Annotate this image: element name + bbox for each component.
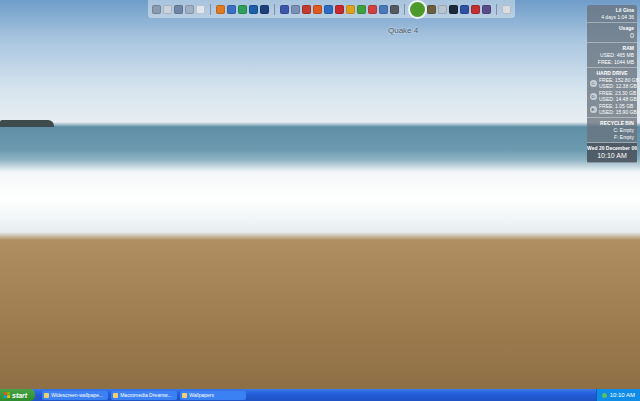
dock-app-icon[interactable] [357, 5, 366, 14]
dock-app-icon[interactable] [379, 5, 388, 14]
dock-app-icon[interactable] [335, 5, 344, 14]
dock-tooltip: Quake 4 [386, 25, 420, 36]
gadget-title: RAM [623, 45, 634, 51]
drive-row: C:FREE: 152.80 GBUSED: 12.38 GB [590, 77, 634, 89]
dock-app-icon[interactable] [152, 5, 161, 14]
drive-icon: D: [590, 93, 597, 100]
dock-divider [274, 4, 275, 15]
task-window-icon [113, 393, 118, 398]
task-window-icon [182, 393, 187, 398]
dock-app-icon[interactable] [249, 5, 258, 14]
dock-app-icon[interactable] [471, 5, 480, 14]
dock-group [502, 5, 511, 14]
drive-line: USED: 15.90 GB [599, 109, 637, 115]
dock-app-icon[interactable] [216, 5, 225, 14]
dock-group [410, 2, 491, 17]
drive-line: USED: 14.48 GB [599, 96, 637, 102]
gadget-line: 10:10 AM [597, 152, 627, 160]
dock-app-icon[interactable] [438, 5, 447, 14]
sidebar-gadgets: Lil Gina4 days 1:04 36Usage0RAMUSED: 465… [587, 5, 637, 163]
dock-group [216, 5, 269, 14]
drive-icon: C: [590, 80, 597, 87]
gadget-line: 4 days 1:04 36 [601, 14, 634, 20]
drive-line: FREE: 1.05 GB [599, 103, 637, 109]
drive-line: FREE: 152.80 GB [599, 77, 639, 83]
wallpaper-pier [0, 120, 54, 127]
taskbar-task[interactable]: Wallpapers [180, 391, 246, 400]
gadget-line: FREE: 1044 MB [598, 59, 634, 65]
desktop-screen: Quake 4Lil Gina4 days 1:04 36Usage0RAMUS… [0, 0, 640, 401]
gadget-title: Usage [619, 25, 634, 31]
dock-app-icon[interactable] [174, 5, 183, 14]
dock-app-icon[interactable] [313, 5, 322, 14]
gadget-line: F: Empty [614, 134, 634, 140]
dock-app-icon[interactable] [260, 5, 269, 14]
start-button[interactable]: start [0, 389, 35, 401]
dock-app-icon[interactable] [427, 5, 436, 14]
dock-app-icon[interactable] [346, 5, 355, 14]
dock-group [152, 5, 205, 14]
dock-app-icon[interactable] [291, 5, 300, 14]
dock-app-icon[interactable] [502, 5, 511, 14]
gadget: Wed 20 December 0610:10 AM [587, 143, 637, 163]
gadget: RAMUSED: 465 MBFREE: 1044 MB [587, 43, 637, 68]
dock-app-icon[interactable] [185, 5, 194, 14]
dock-group [280, 5, 399, 14]
dock-app-icon[interactable] [324, 5, 333, 14]
drive-icon: E: [590, 106, 597, 113]
task-window-icon [44, 393, 49, 398]
tray-status-icon[interactable] [602, 393, 607, 398]
gadget-title: RECYCLE BIN [600, 120, 634, 126]
gadget: Usage0 [587, 23, 637, 43]
gadget-line: USED: 465 MB [600, 52, 634, 58]
dock-app-icon[interactable] [227, 5, 236, 14]
gadget: RECYCLE BINC: EmptyF: Empty [587, 118, 637, 143]
dock-divider [496, 4, 497, 15]
dock-app-icon[interactable] [302, 5, 311, 14]
tray-clock: 10:10 AM [610, 392, 635, 398]
dock-divider [210, 4, 211, 15]
taskbar-task[interactable]: Widescreen-wallpape... [42, 391, 108, 400]
drive-row: D:FREE: 23.30 GBUSED: 14.48 GB [590, 90, 634, 102]
windows-flag-icon [4, 392, 10, 398]
gadget: Lil Gina4 days 1:04 36 [587, 5, 637, 23]
gadget-title: HARD DRIVE [596, 70, 627, 76]
dock-app-icon[interactable] [238, 5, 247, 14]
taskbar: start Widescreen-wallpape...Macromedia Dr… [0, 389, 640, 401]
taskbar-task[interactable]: Macromedia Dreamw... [111, 391, 177, 400]
dock-app-icon[interactable] [196, 5, 205, 14]
drive-line: USED: 12.38 GB [599, 83, 639, 89]
dock-app-icon[interactable] [460, 5, 469, 14]
dock-app-icon[interactable] [410, 2, 425, 17]
gadget: HARD DRIVEC:FREE: 152.80 GBUSED: 12.38 G… [587, 68, 637, 118]
dock-app-icon[interactable] [390, 5, 399, 14]
gadget-line: C: Empty [613, 127, 634, 133]
dock-divider [404, 4, 405, 15]
dock [148, 0, 515, 18]
gadget-title: Wed 20 December 06 [587, 145, 637, 151]
gadget-line: 0 [630, 32, 634, 40]
drive-row: E:FREE: 1.05 GBUSED: 15.90 GB [590, 103, 634, 115]
dock-app-icon[interactable] [482, 5, 491, 14]
dock-app-icon[interactable] [449, 5, 458, 14]
gadget-title: Lil Gina [616, 7, 634, 13]
dock-app-icon[interactable] [163, 5, 172, 14]
drive-line: FREE: 23.30 GB [599, 90, 637, 96]
dock-app-icon[interactable] [280, 5, 289, 14]
desktop: Quake 4Lil Gina4 days 1:04 36Usage0RAMUS… [0, 0, 640, 389]
system-tray: 10:10 AM [596, 389, 640, 401]
dock-app-icon[interactable] [368, 5, 377, 14]
